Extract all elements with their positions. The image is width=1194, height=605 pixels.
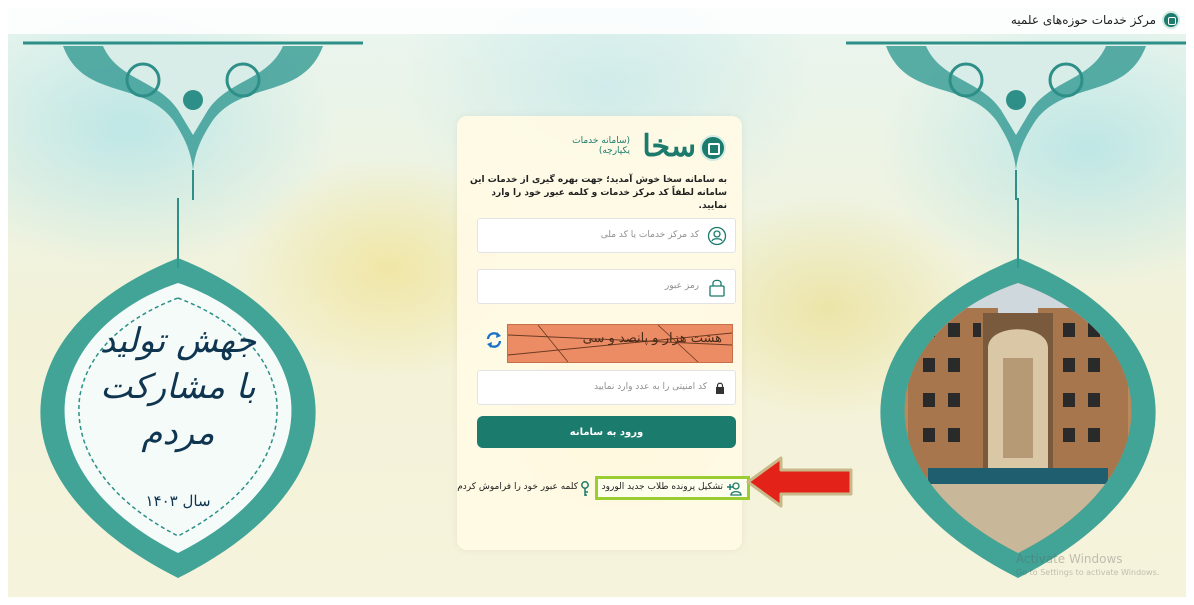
intro-text: به سامانه سخا خوش آمدید؛ جهت بهره گیری ا… — [470, 175, 727, 211]
left-panel-title: جهش تولید با مشارکت مردم — [99, 321, 257, 453]
windows-activation-watermark: Activate Windows Go to Settings to activ… — [1016, 552, 1159, 578]
site-title: مرکز خدمات حوزه‌های علمیه — [1010, 13, 1156, 27]
login-links: تشکیل پرونده طلاب جدید الورود کلمه عبور … — [457, 476, 750, 502]
seminary-logo-icon — [1162, 11, 1180, 29]
captcha-image: هشت هزار و پانصد و سی — [507, 324, 733, 363]
left-panel-year: سال ۱۴۰۳ — [145, 492, 211, 510]
captcha-input[interactable]: کد امنیتی را به عدد وارد نمایید — [477, 370, 736, 405]
brand-subtitle: (سامانه خدمات یکپارچه) — [572, 136, 630, 156]
login-card: سخا (سامانه خدمات یکپارچه) به سامانه سخا… — [457, 116, 750, 550]
register-link-text: تشکیل پرونده طلاب جدید الورود — [601, 482, 723, 492]
top-bar: مرکز خدمات حوزه‌های علمیه — [8, 8, 1186, 34]
username-placeholder: کد مرکز خدمات یا کد ملی — [600, 230, 699, 240]
brand-name: سخا — [642, 129, 696, 164]
forgot-password-link[interactable]: کلمه عبور خود را فراموش کردم — [457, 479, 592, 499]
building-photo — [880, 198, 1156, 578]
red-arrow-icon — [746, 456, 853, 508]
password-placeholder: رمز عبور — [664, 281, 699, 291]
username-field[interactable]: کد مرکز خدمات یا کد ملی — [477, 218, 736, 253]
lock-icon — [709, 279, 725, 297]
left-ornament — [23, 41, 363, 200]
add-user-icon — [727, 482, 742, 496]
captcha-text: هشت هزار و پانصد و سی — [582, 331, 722, 346]
watermark-title: Activate Windows — [1016, 552, 1123, 566]
small-lock-icon — [716, 382, 724, 394]
refresh-captcha-icon[interactable] — [484, 330, 504, 350]
right-ornament — [846, 41, 1186, 200]
watermark-subtitle: Go to Settings to activate Windows. — [1016, 568, 1160, 577]
sakha-logo-icon — [700, 135, 726, 161]
key-icon — [581, 481, 589, 496]
password-field[interactable]: رمز عبور — [477, 269, 736, 304]
forgot-link-text: کلمه عبور خود را فراموش کردم — [457, 482, 578, 492]
login-submit-button[interactable]: ورود به سامانه — [477, 416, 736, 448]
brand-header: سخا (سامانه خدمات یکپارچه) — [546, 129, 726, 170]
new-student-register-link[interactable]: تشکیل پرونده طلاب جدید الورود — [595, 476, 750, 500]
user-icon — [707, 226, 727, 246]
captcha-placeholder: کد امنیتی را به عدد وارد نمایید — [593, 382, 707, 392]
page-background: مرکز خدمات حوزه‌های علمیه جهش تولید با م… — [8, 8, 1186, 597]
